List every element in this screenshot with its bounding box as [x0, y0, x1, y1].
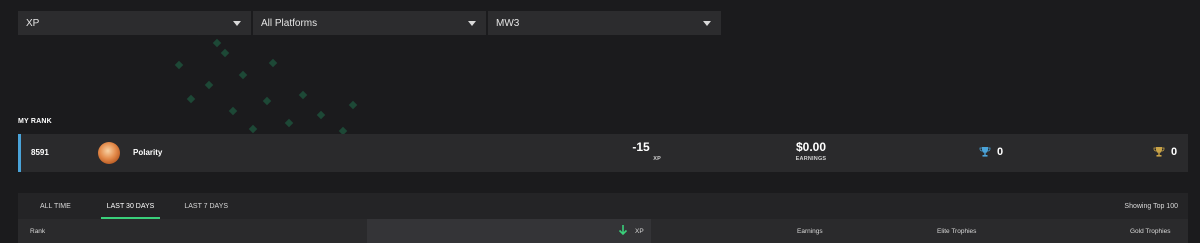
gold-trophy-icon [1153, 147, 1165, 157]
tab-last-7-days[interactable]: LAST 7 DAYS [168, 193, 244, 219]
my-xp-label: XP [653, 156, 661, 162]
column-header-earnings[interactable]: Earnings [797, 228, 823, 235]
period-tabs: ALL TIME LAST 30 DAYS LAST 7 DAYS [18, 193, 244, 219]
gold-trophies-stat: 0 [1153, 146, 1177, 158]
sort-down-arrow-icon[interactable] [618, 224, 628, 236]
gold-trophies-value: 0 [1171, 146, 1178, 158]
avatar[interactable] [98, 142, 120, 164]
game-select-value: MW3 [496, 17, 520, 29]
platform-select-value: All Platforms [261, 17, 318, 29]
chevron-down-icon [468, 20, 476, 26]
filter-bar: XP All Platforms MW3 [18, 11, 721, 35]
stat-type-select[interactable]: XP [18, 11, 251, 35]
my-rank-heading: MY RANK [18, 118, 52, 125]
column-header-elite-trophies[interactable]: Elite Trophies [937, 228, 976, 235]
chevron-down-icon [233, 20, 241, 26]
elite-trophy-icon [979, 147, 991, 157]
platform-select[interactable]: All Platforms [253, 11, 486, 35]
xp-column-highlight [367, 219, 651, 243]
my-rank-number: 8591 [31, 148, 49, 157]
my-earnings-label: EARNINGS [795, 156, 827, 162]
stat-type-select-value: XP [26, 17, 40, 29]
game-select[interactable]: MW3 [488, 11, 721, 35]
column-header-xp[interactable]: XP [635, 228, 644, 235]
elite-trophies-value: 0 [997, 146, 1004, 158]
player-name[interactable]: Polarity [133, 148, 162, 157]
elite-trophies-stat: 0 [979, 146, 1003, 158]
tab-last-30-days[interactable]: LAST 30 DAYS [93, 193, 169, 219]
showing-count: Showing Top 100 [1124, 203, 1178, 210]
my-xp-value: -15 [632, 140, 650, 154]
column-header-gold-trophies[interactable]: Gold Trophies [1130, 228, 1170, 235]
chevron-down-icon [703, 20, 711, 26]
column-header-rank[interactable]: Rank [30, 228, 45, 235]
my-earnings-value: $0.00 [795, 140, 827, 154]
my-xp-stat: -15 XP [621, 140, 661, 162]
tab-all-time[interactable]: ALL TIME [18, 193, 93, 219]
table-header: Rank XP Earnings Elite Trophies Gold Tro… [18, 219, 1188, 243]
my-rank-row[interactable]: 8591 Polarity -15 XP $0.00 EARNINGS 0 0 [18, 134, 1188, 172]
leaderboard-panel: ALL TIME LAST 30 DAYS LAST 7 DAYS Showin… [18, 193, 1188, 243]
my-earnings-stat: $0.00 EARNINGS [781, 140, 841, 162]
